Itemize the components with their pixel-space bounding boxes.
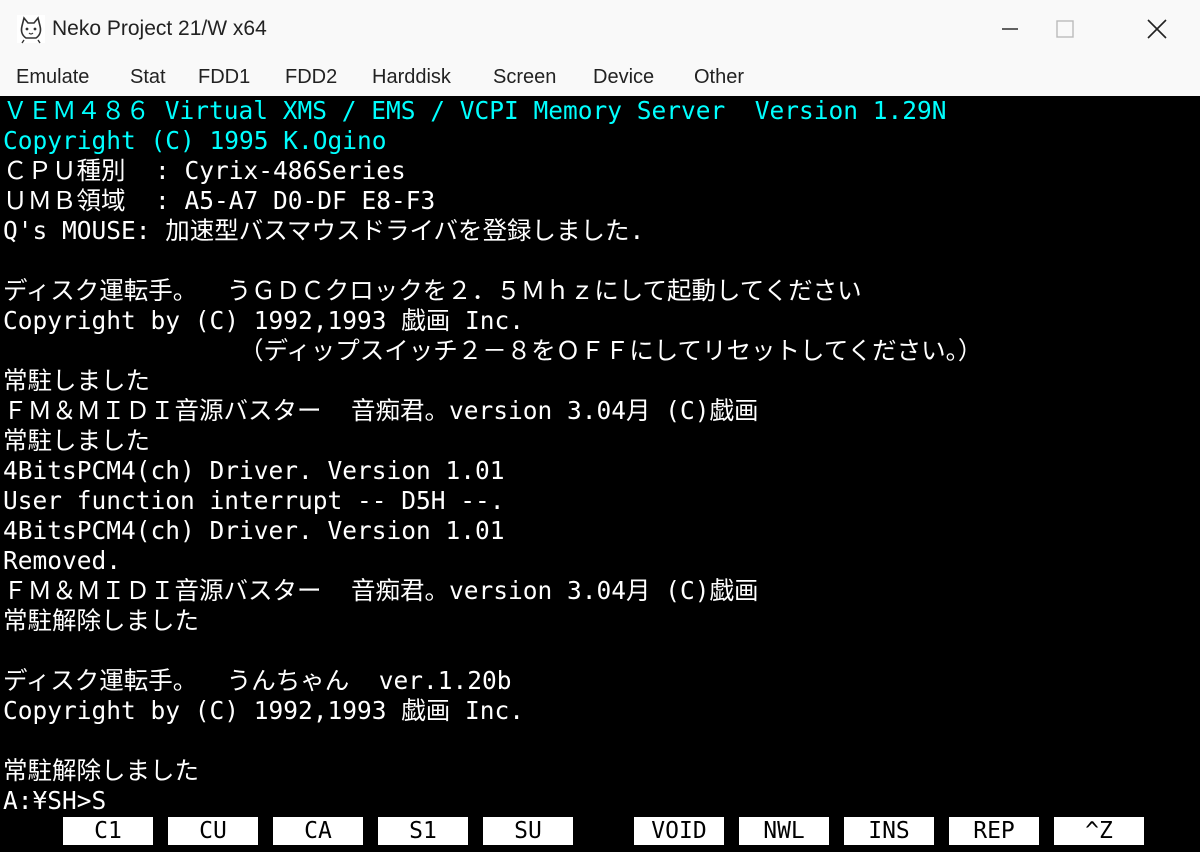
console-line: ディスク運転手。 うんちゃん ver.1.20b xyxy=(3,666,512,695)
console-line: 常駐しました xyxy=(3,366,150,395)
console-line: Copyright by (C) 1992,1993 戯画 Inc. xyxy=(3,696,525,725)
menu-device[interactable]: Device xyxy=(593,64,654,90)
fkey-s1[interactable]: S1 xyxy=(378,817,468,845)
fkey-su[interactable]: SU xyxy=(483,817,573,845)
fkey-nwl[interactable]: NWL xyxy=(739,817,829,845)
console-line: 4BitsPCM4(ch) Driver. Version 1.01 xyxy=(3,456,505,485)
cat-icon[interactable] xyxy=(16,14,46,44)
menu-other[interactable]: Other xyxy=(694,64,744,90)
console-line: ＵＭＢ領域 : A5-A7 D0-DF E8-F3 xyxy=(3,186,436,215)
console-line: Copyright (C) 1995 K.Ogino xyxy=(3,126,387,155)
fkey-rep[interactable]: REP xyxy=(949,817,1039,845)
menu-screen[interactable]: Screen xyxy=(493,64,556,90)
minimize-icon xyxy=(1002,28,1018,30)
maximize-button[interactable] xyxy=(1020,0,1110,58)
menu-emulate[interactable]: Emulate xyxy=(16,64,89,90)
title-bar[interactable]: Neko Project 21/W x64 xyxy=(0,0,1200,58)
close-icon xyxy=(1147,19,1167,39)
menu-bar: Emulate Stat FDD1 FDD2 Harddisk Screen D… xyxy=(0,58,1200,96)
console-line: 常駐解除しました xyxy=(3,606,199,635)
fkey-c1[interactable]: C1 xyxy=(63,817,153,845)
console-line: User function interrupt -- D5H --. xyxy=(3,486,505,515)
command-prompt[interactable]: A:¥SH>S xyxy=(3,786,106,816)
window-title: Neko Project 21/W x64 xyxy=(52,17,267,40)
console-line: ディスク運転手。 うＧＤＣクロックを２．５Ｍｈｚにして起動してください xyxy=(3,276,862,305)
console-line: （ディップスイッチ２－８をＯＦＦにしてリセットしてください。） xyxy=(3,336,983,365)
menu-fdd2[interactable]: FDD2 xyxy=(285,64,337,90)
console-line: Copyright by (C) 1992,1993 戯画 Inc. xyxy=(3,306,525,335)
console-line: 常駐解除しました xyxy=(3,756,199,785)
menu-harddisk[interactable]: Harddisk xyxy=(372,64,451,90)
console-line: 4BitsPCM4(ch) Driver. Version 1.01 xyxy=(3,516,505,545)
fkey-ins[interactable]: INS xyxy=(844,817,934,845)
console-line: 常駐しました xyxy=(3,426,150,455)
console-line: ＶＥＭ４８６ Virtual XMS / EMS / VCPI Memory S… xyxy=(3,96,947,125)
console-line: ＦＭ＆ＭＩＤＩ音源バスター 音痴君。version 3.04月 (C)戯画 xyxy=(3,576,759,605)
close-button[interactable] xyxy=(1112,0,1200,58)
maximize-icon xyxy=(1056,20,1074,38)
fkey-void[interactable]: VOID xyxy=(634,817,724,845)
console-line: Removed. xyxy=(3,546,122,575)
console-line: Q's MOUSE: 加速型バスマウスドライバを登録しました. xyxy=(3,216,645,245)
console-line: ＣＰＵ種別 : Cyrix-486Series xyxy=(3,156,406,185)
emulator-screen[interactable]: ＶＥＭ４８６ Virtual XMS / EMS / VCPI Memory S… xyxy=(0,96,1200,852)
menu-stat[interactable]: Stat xyxy=(130,64,166,90)
menu-fdd1[interactable]: FDD1 xyxy=(198,64,250,90)
fkey-ca[interactable]: CA xyxy=(273,817,363,845)
console-line: ＦＭ＆ＭＩＤＩ音源バスター 音痴君。version 3.04月 (C)戯画 xyxy=(3,396,759,425)
fkey-ctrl-z[interactable]: ^Z xyxy=(1054,817,1144,845)
fkey-cu[interactable]: CU xyxy=(168,817,258,845)
